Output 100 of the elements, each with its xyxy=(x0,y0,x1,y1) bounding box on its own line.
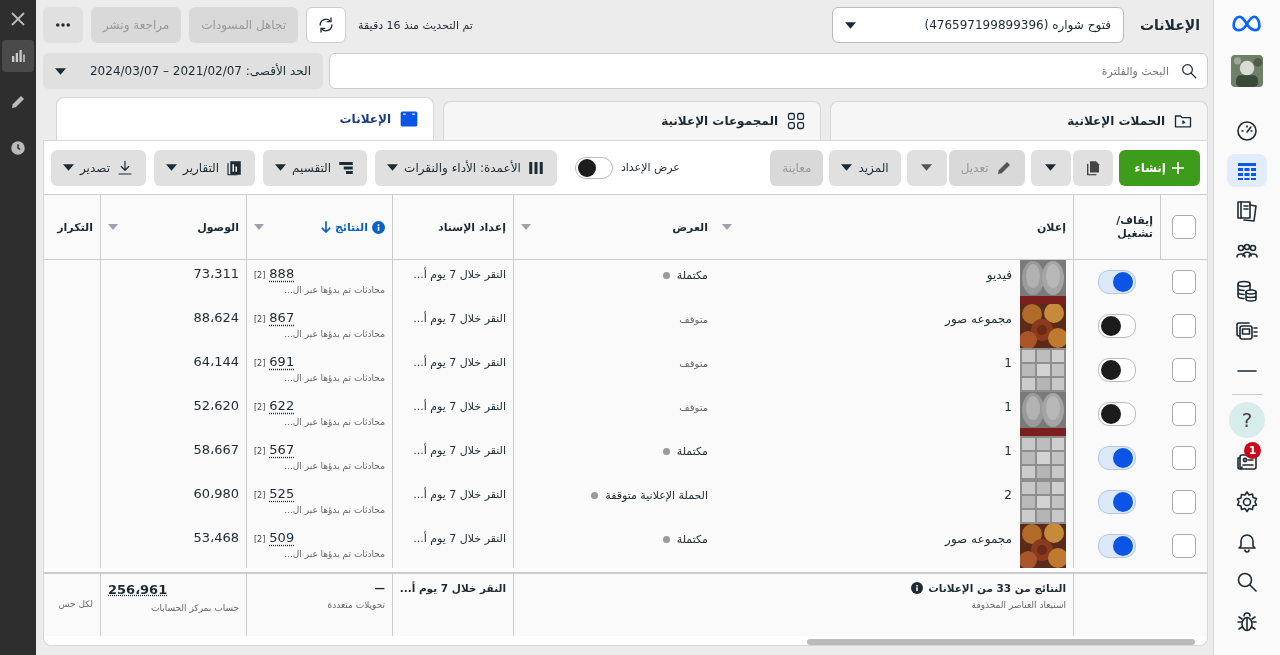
info-icon xyxy=(911,582,924,594)
menu-button[interactable]: تصدير xyxy=(51,149,146,186)
caret-icon xyxy=(845,21,856,29)
scrollbar[interactable] xyxy=(807,639,1195,645)
search-icon xyxy=(1180,62,1198,80)
checkbox[interactable] xyxy=(1171,490,1196,514)
ad-icon xyxy=(399,109,419,129)
caret-icon xyxy=(254,224,264,230)
checkbox[interactable] xyxy=(1171,446,1196,470)
toggle-label: عرض الإعداد xyxy=(620,161,680,174)
more-icon xyxy=(56,23,70,27)
close-icon[interactable] xyxy=(11,12,25,26)
tab[interactable]: الإعلانات xyxy=(56,97,434,140)
toggle-switch[interactable] xyxy=(1098,446,1136,470)
ad-name[interactable]: 1 xyxy=(1004,348,1012,370)
caret-icon xyxy=(275,164,287,171)
grid-icon xyxy=(786,111,806,131)
results-type: محادثات تم بدؤها عبر ال... xyxy=(283,373,385,383)
column-header[interactable]: إعلان xyxy=(722,203,1066,251)
caret-icon xyxy=(722,224,732,230)
ad-name[interactable]: 1 xyxy=(1004,436,1012,458)
status-dot xyxy=(662,535,670,543)
summary-note: تحويلات متعددة xyxy=(326,600,385,610)
info-icon xyxy=(372,220,385,234)
results-value: 525 xyxy=(269,486,295,501)
results-type: محادثات تم بدؤها عبر ال... xyxy=(283,417,385,427)
checkbox[interactable] xyxy=(1172,215,1196,239)
checkbox[interactable] xyxy=(1171,402,1196,426)
table-cell: 53،468 xyxy=(100,524,246,568)
column-header[interactable]: النتائج xyxy=(254,203,385,251)
more-button[interactable] xyxy=(43,7,83,43)
summary-note: استبعاد العناصر المحذوفة xyxy=(970,600,1066,610)
toggle-switch[interactable] xyxy=(1098,534,1136,558)
footnote-mark: [2] xyxy=(254,359,266,368)
toggle-switch[interactable] xyxy=(1098,314,1136,338)
summary-note: لكل حس xyxy=(57,599,93,609)
ad-name[interactable]: فيديو xyxy=(986,260,1012,282)
menu-button[interactable]: التقارير xyxy=(154,149,256,186)
table-cell: النقر خلال 7 يوم أ... xyxy=(392,524,513,568)
pages-icon xyxy=(1235,198,1259,223)
more-dropdown[interactable]: المزيد xyxy=(829,149,901,186)
caret-icon xyxy=(166,164,177,171)
toggle-switch[interactable] xyxy=(1098,402,1136,426)
caret-icon xyxy=(921,164,933,171)
nav-button[interactable]: 1 xyxy=(1227,445,1267,478)
account-dropdown[interactable]: فتوح شواره (476597199899396) xyxy=(832,7,1124,43)
pencil-icon xyxy=(9,93,27,111)
menu-button[interactable]: الأعمدة: الأداء والنقرات xyxy=(375,149,557,186)
download-icon xyxy=(116,158,134,177)
column-header[interactable]: الوصول xyxy=(108,203,239,251)
date-range-button[interactable]: الحد الأقصى: 2021/02/07 – 2024/03/07 xyxy=(43,53,323,89)
summary-note: حساب بمركز الحسابات xyxy=(150,603,239,613)
toggle-switch[interactable] xyxy=(1098,490,1136,514)
reports-icon xyxy=(225,158,244,177)
ad-name[interactable]: 2 xyxy=(1004,480,1012,502)
gauge-icon xyxy=(1235,118,1259,143)
caret-icon xyxy=(1045,164,1056,171)
checkbox[interactable] xyxy=(1171,534,1196,558)
menu-button[interactable]: التقسيم xyxy=(263,149,368,186)
caret-icon xyxy=(63,164,74,171)
create-button[interactable]: إنشاء xyxy=(1118,149,1200,186)
coins-icon xyxy=(1235,278,1259,303)
column-header[interactable]: العرض xyxy=(521,203,708,251)
results-value: 509 xyxy=(269,530,295,545)
results-type: محادثات تم بدؤها عبر ال... xyxy=(283,461,385,471)
help-button[interactable]: ? xyxy=(1229,402,1265,438)
ad-name[interactable]: 1 xyxy=(1004,392,1012,414)
results-value: 888 xyxy=(269,266,295,281)
ad-name[interactable]: مجموعه صور xyxy=(945,304,1012,326)
footnote-mark: [2] xyxy=(254,535,266,544)
plus-icon xyxy=(1172,161,1184,174)
tab[interactable]: الحملات الإعلانية xyxy=(830,101,1208,140)
delivery-status: مكتملة xyxy=(676,532,708,546)
footnote-mark: [2] xyxy=(254,315,266,324)
checkbox[interactable] xyxy=(1171,358,1196,382)
settings-icon xyxy=(1235,489,1259,514)
clock-icon xyxy=(9,139,27,157)
summary-value: النقر خلال 7 يوم أ... xyxy=(400,582,506,594)
column-header[interactable]: إيقاف/ تشغيل xyxy=(1081,203,1153,251)
toggle-switch[interactable] xyxy=(1098,358,1136,382)
delivery-status: متوقف xyxy=(679,313,708,325)
column-header[interactable]: إعداد الإسناد xyxy=(400,203,506,251)
summary-value: 256،961 xyxy=(108,582,168,597)
toggle-switch[interactable] xyxy=(1098,270,1136,294)
rail-button[interactable] xyxy=(2,40,34,72)
footnote-mark: [2] xyxy=(254,447,266,456)
search-field[interactable]: البحث والفلترة xyxy=(329,53,1208,89)
tab[interactable]: المجموعات الإعلانية xyxy=(443,101,821,140)
delivery-status: متوقف xyxy=(679,357,708,369)
dropdown-button[interactable] xyxy=(1030,149,1071,186)
ad-name[interactable]: مجموعه صور xyxy=(945,524,1012,546)
checkbox[interactable] xyxy=(1171,314,1196,338)
refresh-button[interactable] xyxy=(306,7,347,43)
setup-toggle[interactable] xyxy=(574,156,613,179)
dropdown-button[interactable] xyxy=(906,149,947,186)
results-type: محادثات تم بدؤها عبر ال... xyxy=(283,285,385,295)
duplicate-button[interactable] xyxy=(1072,149,1113,186)
results-value: 567 xyxy=(269,442,295,457)
column-header[interactable]: التكرار xyxy=(51,203,93,251)
checkbox[interactable] xyxy=(1171,270,1196,294)
